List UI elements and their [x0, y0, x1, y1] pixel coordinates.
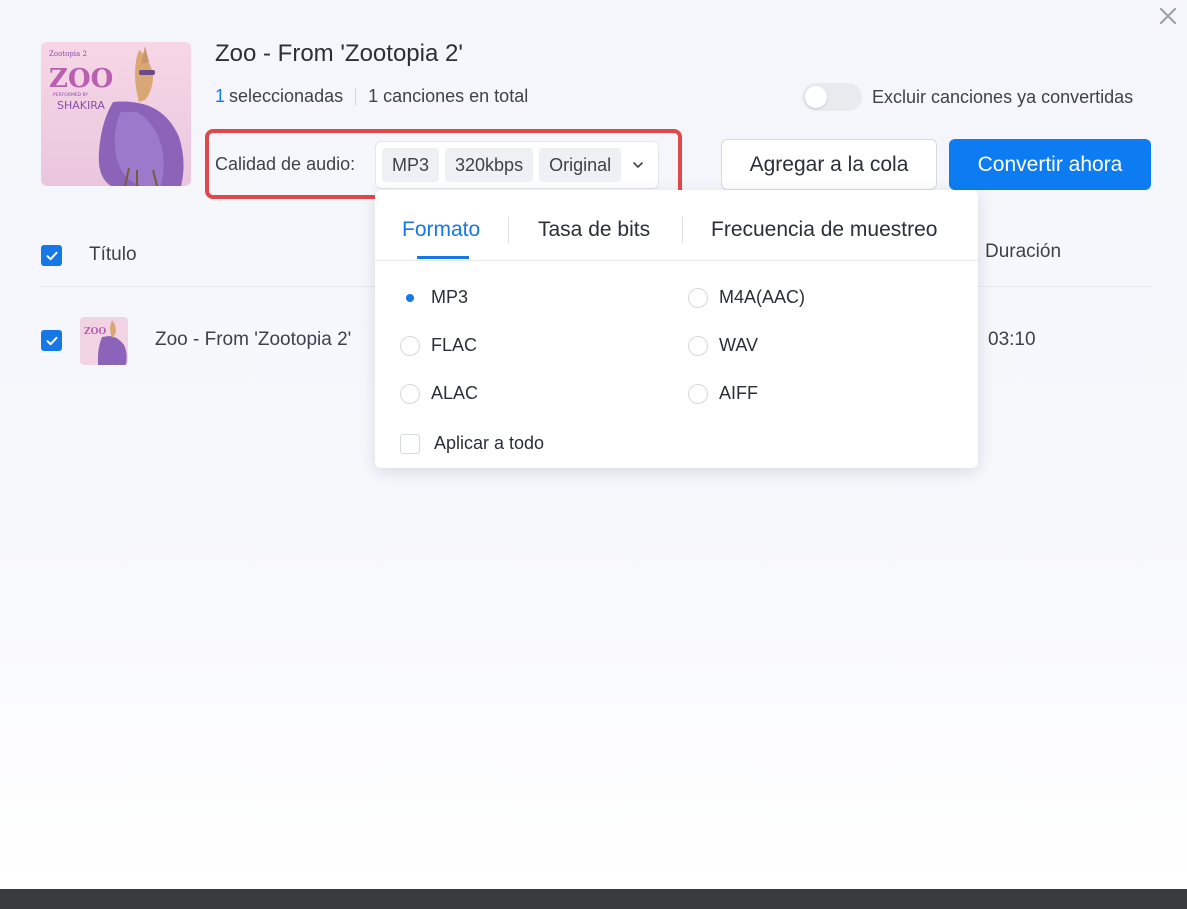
apply-to-all-label: Aplicar a todo: [434, 433, 545, 453]
column-header-title[interactable]: Título: [89, 244, 137, 266]
radio-button[interactable]: [688, 383, 708, 404]
radio-button[interactable]: [688, 287, 708, 308]
svg-text:ZOO: ZOO: [49, 64, 113, 94]
bottom-bar: [0, 889, 1187, 909]
check-icon: [46, 336, 57, 345]
exclude-converted-label: Excluir canciones ya convertidas: [872, 87, 1134, 107]
format-option-wav[interactable]: WAV: [688, 335, 758, 356]
radio-selected[interactable]: [400, 287, 420, 308]
checkbox-box[interactable]: [400, 433, 420, 454]
exclude-converted-toggle[interactable]: [802, 83, 862, 111]
track-thumbnail: ZOO: [80, 317, 128, 365]
radio-button[interactable]: [400, 383, 420, 404]
summary-divider: [355, 87, 357, 106]
track-duration: 03:10: [988, 329, 1036, 350]
format-option-mp3[interactable]: MP3: [400, 287, 468, 308]
svg-text:SHAKIRA: SHAKIRA: [57, 99, 105, 112]
svg-text:Zootopia 2: Zootopia 2: [49, 50, 87, 58]
tab-divider: [682, 217, 683, 243]
format-chip: MP3: [382, 148, 440, 182]
format-option-aiff[interactable]: AIFF: [688, 383, 758, 404]
tab-divider: [508, 217, 509, 243]
tab-bitrate[interactable]: Tasa de bits: [538, 218, 650, 242]
format-option-alac[interactable]: ALAC: [400, 383, 478, 404]
apply-to-all-checkbox[interactable]: Aplicar a todo: [400, 433, 544, 454]
check-icon: [46, 251, 57, 260]
quality-dropdown-panel: Formato Tasa de bits Frecuencia de muest…: [375, 190, 978, 468]
audio-quality-label: Calidad de audio:: [215, 154, 356, 174]
format-option-flac[interactable]: FLAC: [400, 335, 477, 356]
active-tab-indicator: [417, 256, 469, 259]
chevron-down-icon[interactable]: [631, 158, 645, 172]
quality-tabs: Formato Tasa de bits Frecuencia de muest…: [375, 190, 978, 261]
svg-text:ZOO: ZOO: [84, 327, 106, 337]
selection-summary: 1 seleccionadas 1 canciones en total: [215, 86, 528, 107]
album-cover: Zootopia 2 ZOO PERFORMED BY SHAKIRA: [41, 42, 191, 186]
bitrate-chip: 320kbps: [445, 148, 534, 182]
toggle-knob: [805, 86, 827, 108]
close-button[interactable]: [1156, 4, 1180, 28]
radio-button[interactable]: [400, 335, 420, 356]
add-to-queue-button[interactable]: Agregar a la cola: [721, 139, 937, 190]
convert-now-button[interactable]: Convertir ahora: [949, 139, 1151, 190]
close-icon[interactable]: [1158, 6, 1178, 26]
selected-label: seleccionadas: [229, 86, 344, 106]
column-header-duration[interactable]: Duración: [985, 241, 1061, 263]
total-label: 1 canciones en total: [368, 86, 529, 106]
track-title: Zoo - From 'Zootopia 2': [155, 329, 352, 350]
sample-rate-chip: Original: [539, 148, 622, 182]
radio-button[interactable]: [688, 335, 708, 356]
format-option-m4a[interactable]: M4A(AAC): [688, 287, 805, 308]
svg-text:PERFORMED BY: PERFORMED BY: [53, 92, 88, 98]
audio-quality-select[interactable]: MP3 320kbps Original: [375, 141, 659, 189]
tab-format[interactable]: Formato: [402, 218, 480, 242]
selected-count: 1: [215, 86, 226, 106]
convert-dialog: Zootopia 2 ZOO PERFORMED BY SHAKIRA Zoo …: [0, 0, 1187, 889]
album-title: Zoo - From 'Zootopia 2': [215, 40, 463, 67]
row-checkbox[interactable]: [41, 330, 62, 351]
tab-sample-rate[interactable]: Frecuencia de muestreo: [711, 218, 937, 242]
select-all-checkbox[interactable]: [41, 245, 62, 266]
